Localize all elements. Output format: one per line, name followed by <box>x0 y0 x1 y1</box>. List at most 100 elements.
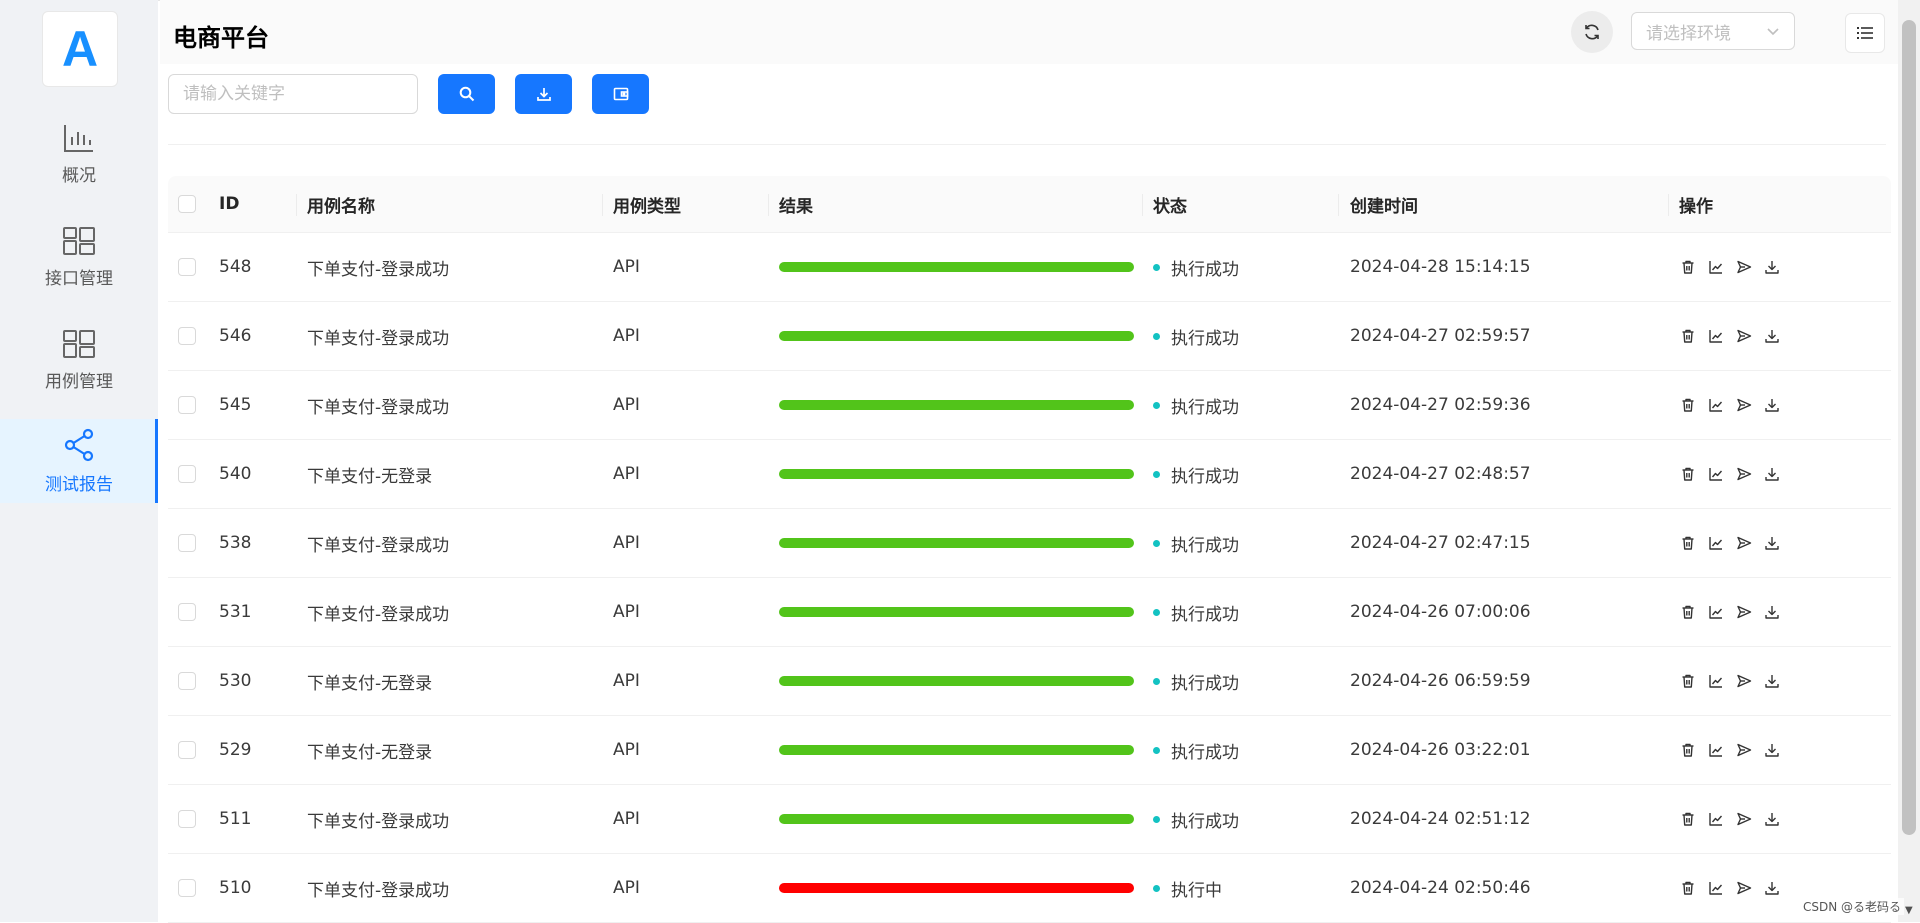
status-dot <box>1153 608 1160 616</box>
status-text: 执行成功 <box>1171 673 1239 694</box>
chart-action-button[interactable] <box>1707 673 1724 690</box>
send-action-button[interactable] <box>1735 811 1752 828</box>
sidebar-item-case-management[interactable]: 用例管理 <box>0 318 158 402</box>
delete-icon <box>1682 260 1693 274</box>
row-case-type: API <box>613 740 640 760</box>
row-result-cell <box>779 578 1134 646</box>
download-icon <box>1764 813 1779 826</box>
status-text: 执行成功 <box>1171 742 1239 763</box>
row-checkbox[interactable] <box>178 465 196 483</box>
row-checkbox[interactable] <box>178 258 196 276</box>
row-checkbox[interactable] <box>178 534 196 552</box>
row-checkbox[interactable] <box>178 672 196 690</box>
table-row: 510 下单支付-登录成功 API 执行中 2024-04-24 02:50:46 <box>168 854 1891 923</box>
row-status: 执行成功 <box>1153 509 1239 577</box>
scrollbar-thumb[interactable] <box>1902 20 1916 835</box>
download-action-button[interactable] <box>1763 811 1780 828</box>
chart-action-button[interactable] <box>1707 328 1724 345</box>
send-action-button[interactable] <box>1735 742 1752 759</box>
send-action-button[interactable] <box>1735 880 1752 897</box>
row-case-type: API <box>613 671 640 691</box>
delete-action-button[interactable] <box>1679 742 1696 759</box>
column-separator <box>1668 194 1669 216</box>
send-action-button[interactable] <box>1735 328 1752 345</box>
refresh-button[interactable] <box>1571 11 1613 53</box>
delete-action-button[interactable] <box>1679 259 1696 276</box>
column-separator <box>296 194 297 216</box>
delete-action-button[interactable] <box>1679 811 1696 828</box>
sidebar-item-label: 接口管理 <box>45 268 113 289</box>
row-status: 执行成功 <box>1153 578 1239 646</box>
select-all-checkbox[interactable] <box>178 195 196 213</box>
header-cell-result: 结果 <box>779 196 813 217</box>
chart-action-button[interactable] <box>1707 742 1724 759</box>
app-logo[interactable]: A <box>42 11 118 87</box>
send-action-button[interactable] <box>1735 397 1752 414</box>
chart-action-button[interactable] <box>1707 466 1724 483</box>
environment-select[interactable]: 请选择环境 <box>1631 12 1795 50</box>
row-case-name: 下单支付-登录成功 <box>307 604 450 625</box>
row-created-time: 2024-04-28 15:14:15 <box>1350 257 1531 277</box>
delete-action-button[interactable] <box>1679 604 1696 621</box>
delete-action-button[interactable] <box>1679 673 1696 690</box>
chart-action-button[interactable] <box>1707 604 1724 621</box>
download-action-button[interactable] <box>1763 259 1780 276</box>
send-action-button[interactable] <box>1735 535 1752 552</box>
sidebar-item-api-management[interactable]: 接口管理 <box>0 215 158 299</box>
chart-action-button[interactable] <box>1707 535 1724 552</box>
column-settings-button[interactable] <box>1845 13 1885 53</box>
row-case-type: API <box>613 878 640 898</box>
download-action-button[interactable] <box>1763 466 1780 483</box>
result-progress-bar <box>779 262 1134 272</box>
row-result-cell <box>779 371 1134 439</box>
wallet-button[interactable] <box>592 74 649 114</box>
row-checkbox[interactable] <box>178 741 196 759</box>
download-action-button[interactable] <box>1763 880 1780 897</box>
download-action-button[interactable] <box>1763 397 1780 414</box>
status-dot <box>1153 539 1160 547</box>
column-separator <box>602 194 603 216</box>
row-actions <box>1679 233 1780 301</box>
status-dot <box>1153 470 1160 478</box>
download-action-button[interactable] <box>1763 328 1780 345</box>
row-case-type: API <box>613 602 640 622</box>
header-cell-id: ID <box>219 194 240 214</box>
chart-action-button[interactable] <box>1707 880 1724 897</box>
row-actions <box>1679 785 1780 853</box>
table-body: 548 下单支付-登录成功 API 执行成功 2024-04-28 15:14:15 54… <box>168 233 1891 923</box>
sidebar-item-test-report[interactable]: 测试报告 <box>0 419 158 503</box>
wallet-icon <box>613 87 628 101</box>
row-checkbox[interactable] <box>178 396 196 414</box>
download-action-button[interactable] <box>1763 604 1780 621</box>
row-id: 538 <box>219 533 252 553</box>
chart-action-button[interactable] <box>1707 397 1724 414</box>
row-checkbox[interactable] <box>178 327 196 345</box>
chart-action-button[interactable] <box>1707 259 1724 276</box>
send-action-button[interactable] <box>1735 604 1752 621</box>
export-button[interactable] <box>515 74 572 114</box>
delete-action-button[interactable] <box>1679 328 1696 345</box>
delete-action-button[interactable] <box>1679 397 1696 414</box>
chart-action-button[interactable] <box>1707 811 1724 828</box>
row-status: 执行成功 <box>1153 371 1239 439</box>
scrollbar[interactable]: ▼ <box>1898 0 1920 922</box>
row-checkbox[interactable] <box>178 603 196 621</box>
delete-action-button[interactable] <box>1679 466 1696 483</box>
download-action-button[interactable] <box>1763 673 1780 690</box>
download-action-button[interactable] <box>1763 535 1780 552</box>
row-checkbox[interactable] <box>178 810 196 828</box>
environment-select-placeholder: 请选择环境 <box>1646 23 1731 44</box>
scroll-down-arrow[interactable]: ▼ <box>1905 905 1913 916</box>
sidebar-item-overview[interactable]: 概况 <box>0 112 158 196</box>
row-case-name: 下单支付-无登录 <box>307 742 433 763</box>
send-icon <box>1736 743 1751 757</box>
delete-action-button[interactable] <box>1679 880 1696 897</box>
delete-action-button[interactable] <box>1679 535 1696 552</box>
send-action-button[interactable] <box>1735 673 1752 690</box>
send-action-button[interactable] <box>1735 466 1752 483</box>
search-button[interactable] <box>438 74 495 114</box>
download-action-button[interactable] <box>1763 742 1780 759</box>
row-checkbox[interactable] <box>178 879 196 897</box>
search-input[interactable] <box>168 74 418 114</box>
send-action-button[interactable] <box>1735 259 1752 276</box>
